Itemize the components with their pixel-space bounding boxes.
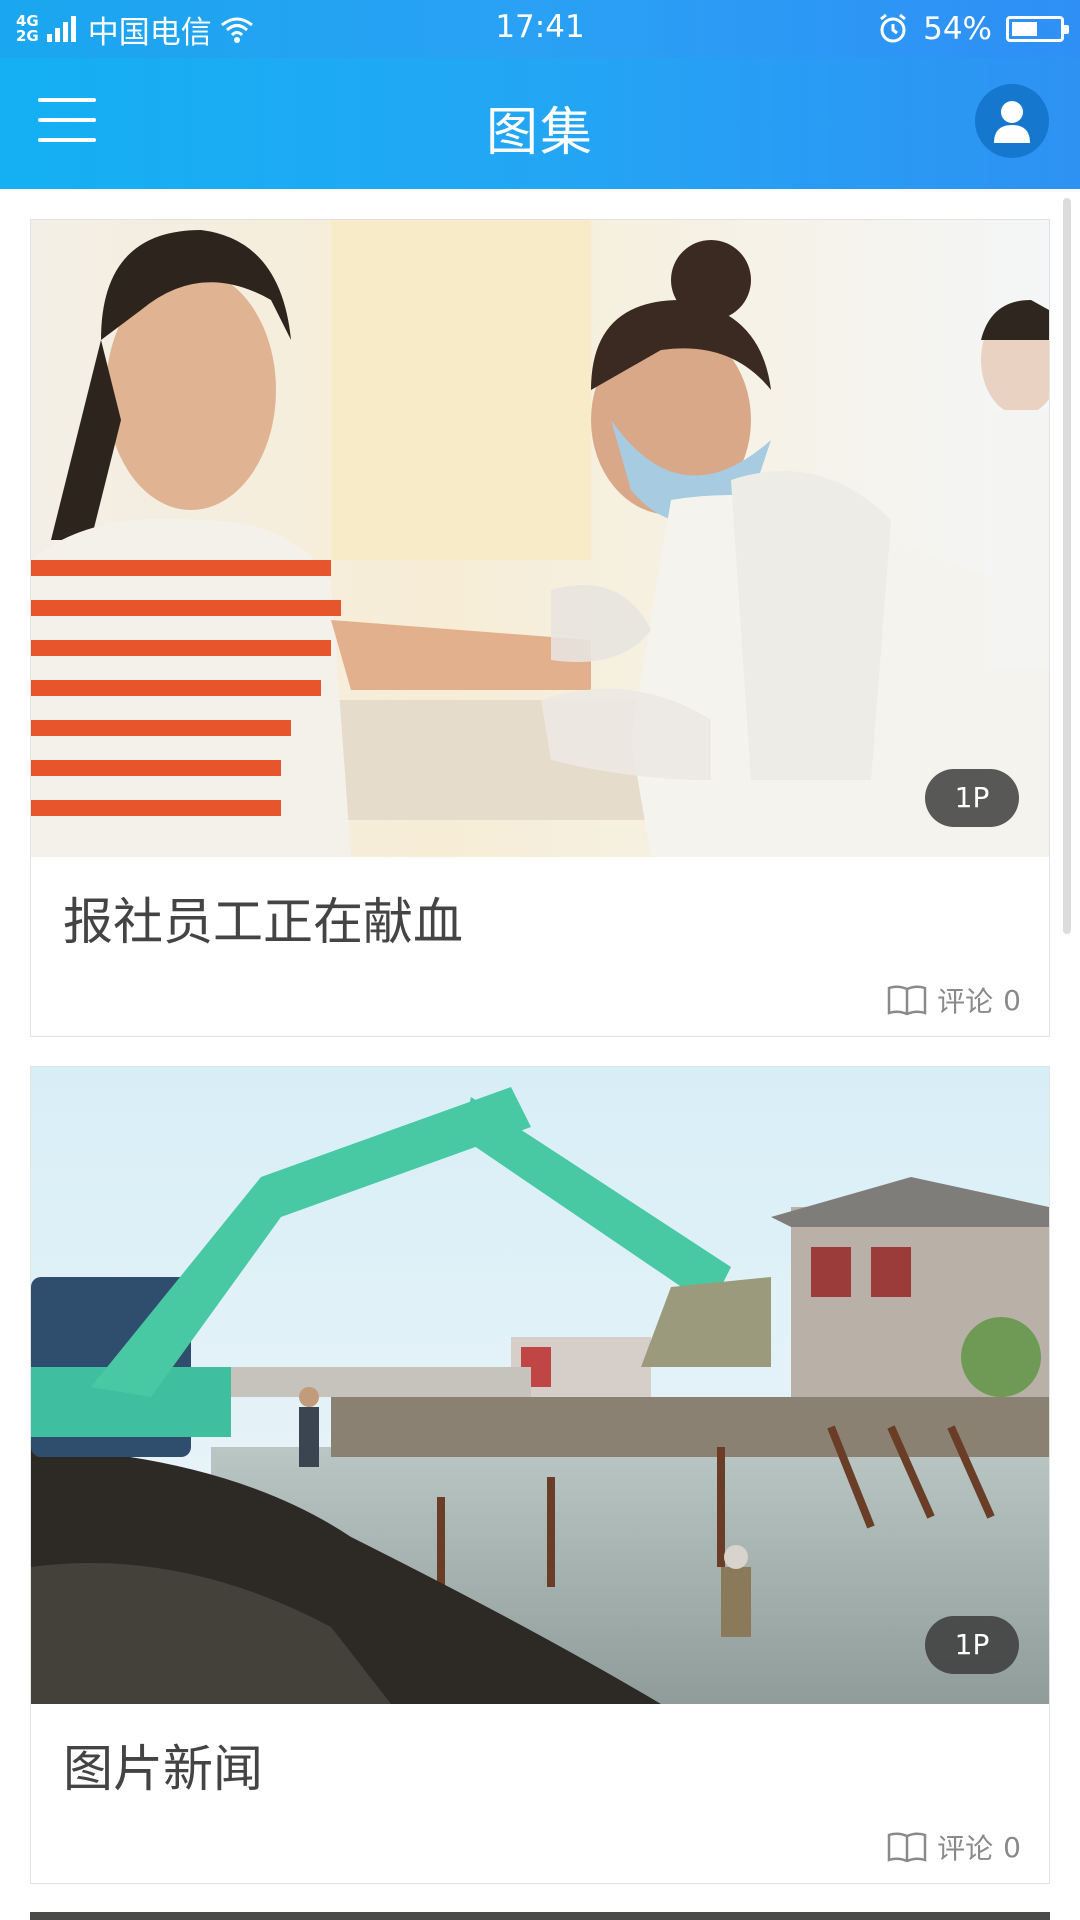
- comment-info[interactable]: 评论 0: [887, 980, 1021, 1020]
- card-title[interactable]: 图片新闻: [63, 1729, 263, 1801]
- battery-icon: [1006, 16, 1069, 42]
- user-icon[interactable]: [975, 84, 1049, 158]
- menu-icon[interactable]: [38, 98, 96, 142]
- status-left: 4G 2G 中国电信: [16, 7, 416, 52]
- app-header: 图集: [0, 58, 1080, 189]
- battery-percent: 54%: [923, 11, 992, 47]
- scrollbar[interactable]: [1063, 198, 1071, 934]
- comment-info[interactable]: 评论 0: [887, 1827, 1021, 1867]
- gallery-card[interactable]: 1P 图片新闻 评论 0: [30, 1066, 1050, 1884]
- signal-icon: [46, 16, 76, 42]
- alarm-icon: [880, 13, 907, 43]
- card-photo-excavator[interactable]: 1P: [31, 1067, 1049, 1704]
- photo-count-badge: 1P: [925, 769, 1019, 827]
- comment-label: 评论: [937, 985, 994, 1018]
- battery-level: [1012, 22, 1037, 36]
- network-type: 4G 2G: [16, 14, 39, 44]
- status-bar: 4G 2G 中国电信 17:41 54%: [0, 0, 1080, 58]
- next-card-peek[interactable]: [30, 1912, 1050, 1920]
- book-icon: [887, 985, 927, 1016]
- comment-label: 评论: [937, 1832, 994, 1865]
- carrier-name: 中国电信: [87, 14, 212, 51]
- card-photo-blood-donation[interactable]: 1P: [31, 220, 1049, 857]
- comment-count: 0: [1003, 983, 1021, 1017]
- gallery-card[interactable]: 1P 报社员工正在献血 评论 0: [30, 219, 1050, 1037]
- comment-count: 0: [1003, 1830, 1021, 1864]
- page-title: 图集: [485, 103, 594, 163]
- gallery-feed[interactable]: 1P 报社员工正在献血 评论 0 1P 图片新闻 评论 0: [0, 189, 1080, 1920]
- network-type-bottom: 2G: [16, 27, 39, 45]
- photo-count-badge: 1P: [925, 1616, 1019, 1674]
- card-title[interactable]: 报社员工正在献血: [63, 882, 463, 954]
- status-right: 54%: [877, 11, 1069, 47]
- book-icon: [887, 1832, 927, 1863]
- wifi-icon: [220, 17, 253, 43]
